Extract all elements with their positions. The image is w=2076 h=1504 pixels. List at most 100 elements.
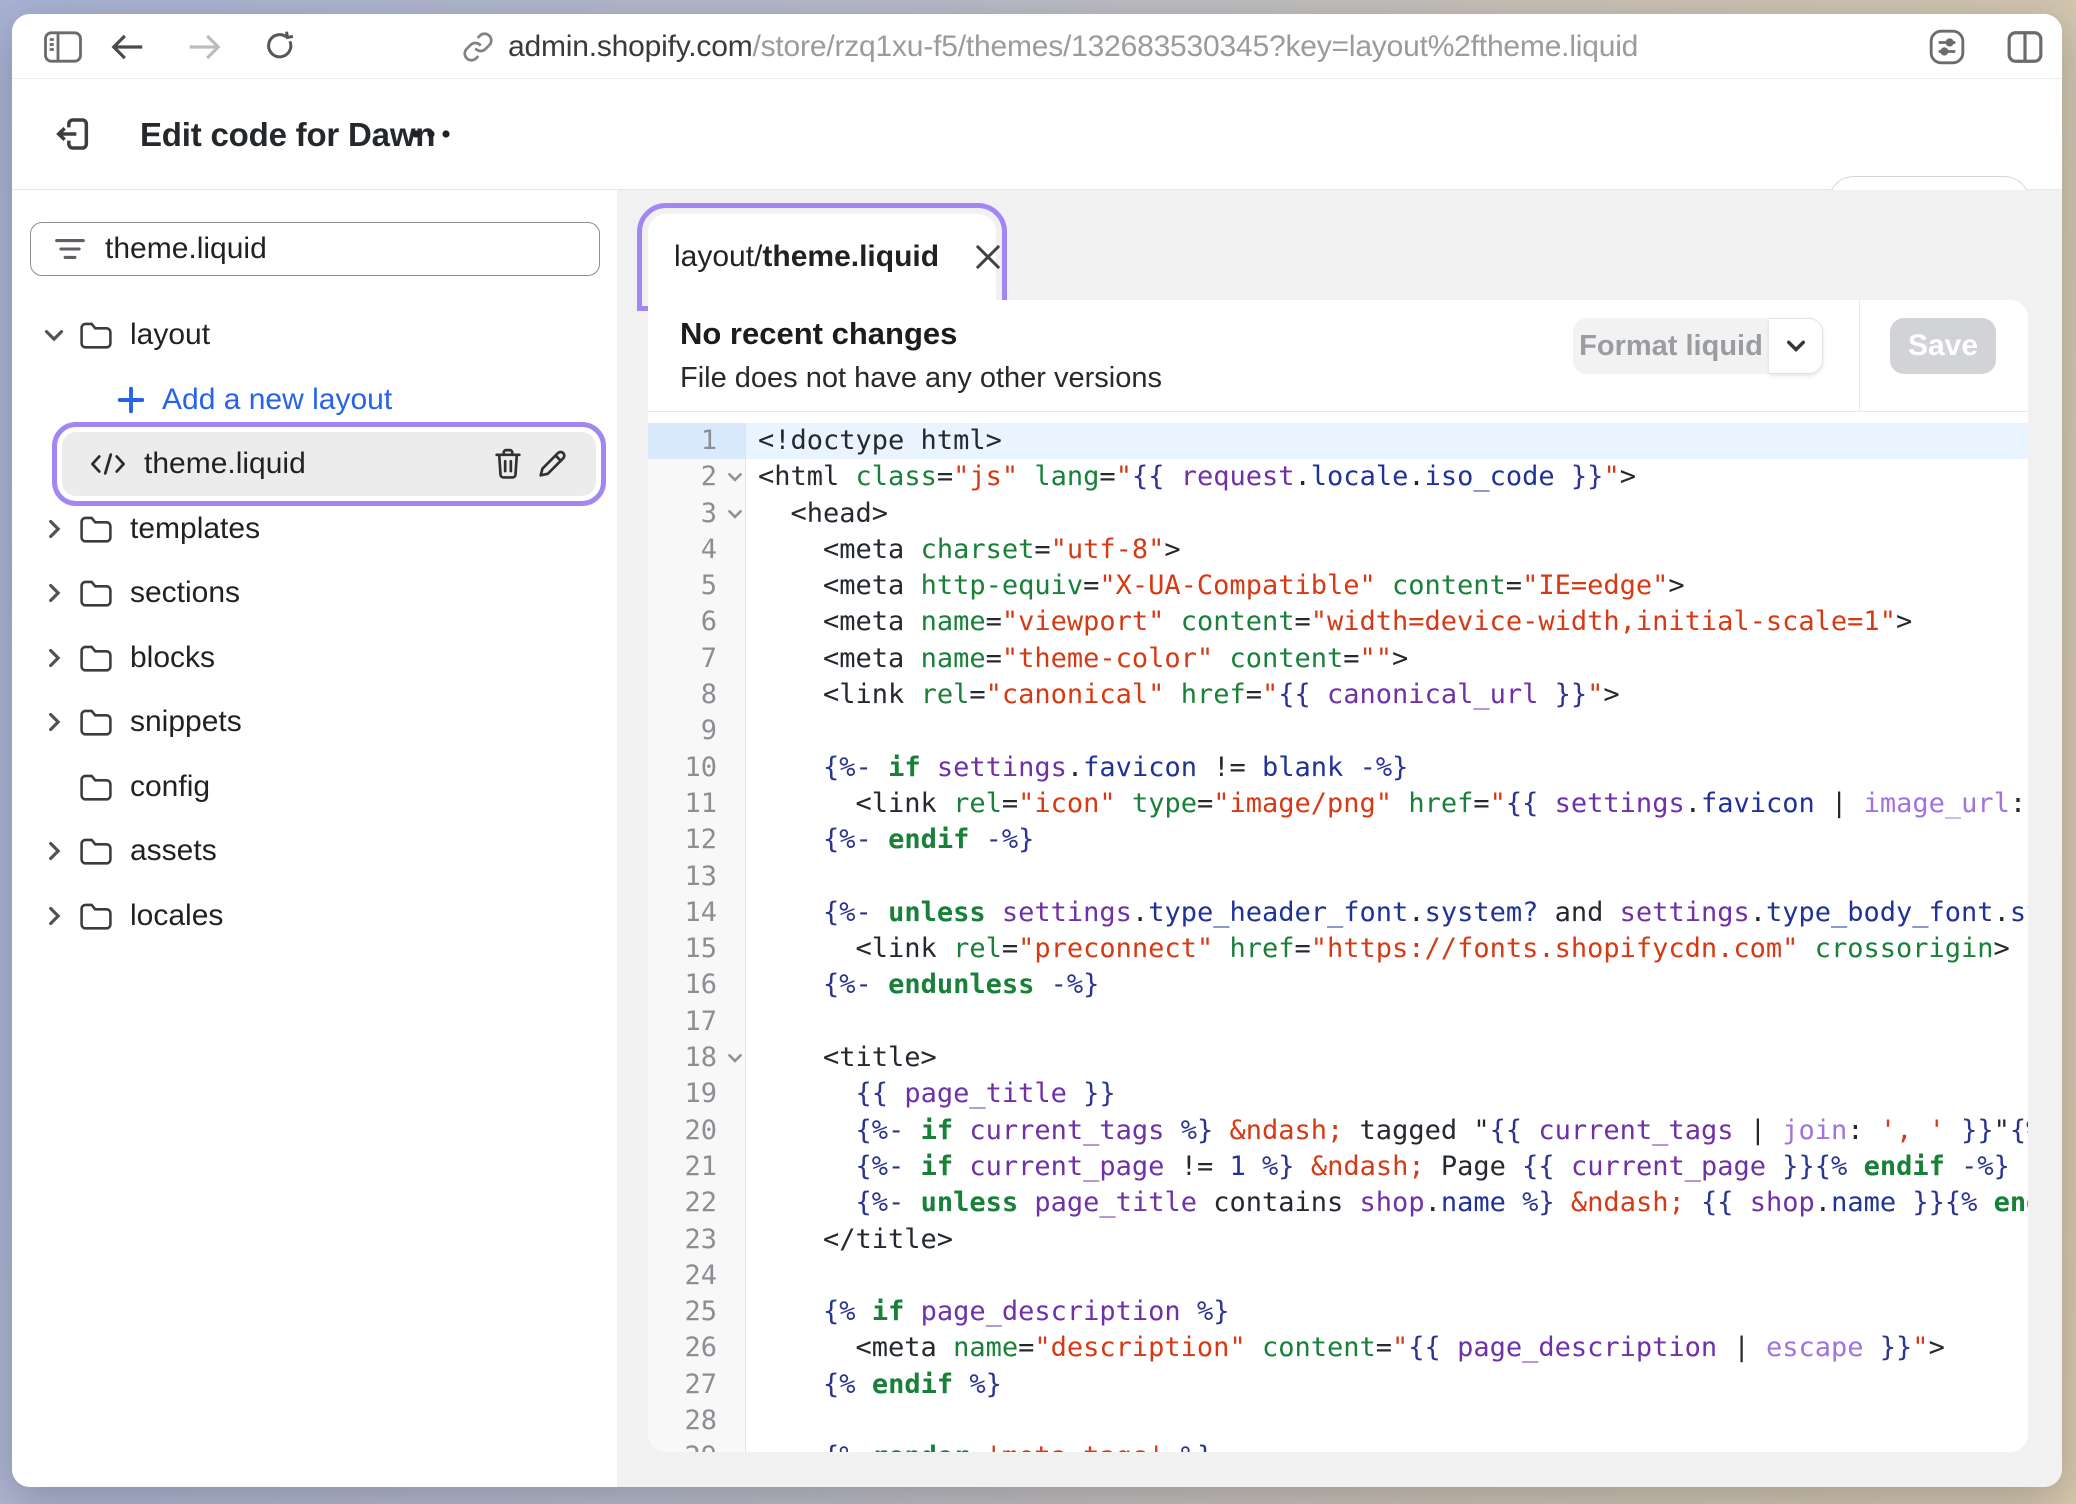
exit-icon[interactable] xyxy=(50,111,96,157)
code-line[interactable]: 8 <link rel="canonical" href="{{ canonic… xyxy=(648,677,2028,713)
line-number: 12 xyxy=(648,822,746,858)
chevron-right-icon[interactable] xyxy=(44,517,64,541)
line-number: 2 xyxy=(648,459,746,495)
code-text: <meta http-equiv="X-UA-Compatible" conte… xyxy=(746,568,2028,604)
line-number: 20 xyxy=(648,1113,746,1149)
line-number: 24 xyxy=(648,1258,746,1294)
code-line[interactable]: 9 xyxy=(648,713,2028,749)
code-line[interactable]: 23 </title> xyxy=(648,1222,2028,1258)
fold-chevron-icon[interactable] xyxy=(727,1052,743,1065)
code-line[interactable]: 27 {% endif %} xyxy=(648,1367,2028,1403)
code-line[interactable]: 1<!doctype html> xyxy=(648,423,2028,459)
code-line[interactable]: 17 xyxy=(648,1004,2028,1040)
code-line[interactable]: 4 <meta charset="utf-8"> xyxy=(648,532,2028,568)
code-line[interactable]: 14 {%- unless settings.type_header_font.… xyxy=(648,895,2028,931)
editor-card: No recent changes File does not have any… xyxy=(648,300,2028,1452)
code-line[interactable]: 7 <meta name="theme-color" content=""> xyxy=(648,641,2028,677)
line-number: 18 xyxy=(648,1040,746,1076)
format-dropdown-button[interactable] xyxy=(1769,318,1823,374)
code-line[interactable]: 11 <link rel="icon" type="image/png" hre… xyxy=(648,786,2028,822)
code-line[interactable]: 5 <meta http-equiv="X-UA-Compatible" con… xyxy=(648,568,2028,604)
chevron-right-icon[interactable] xyxy=(44,710,64,734)
trash-icon xyxy=(492,447,524,481)
folder-icon xyxy=(78,642,114,674)
reader-settings-icon[interactable] xyxy=(1920,14,1974,79)
save-button[interactable]: Save xyxy=(1890,318,1996,374)
sidebar-folder-snippets[interactable]: snippets xyxy=(12,690,617,755)
sidebar-folder-sections[interactable]: sections xyxy=(12,561,617,626)
code-line[interactable]: 12 {%- endif -%} xyxy=(648,822,2028,858)
code-line[interactable]: 3 <head> xyxy=(648,496,2028,532)
code-line[interactable]: 22 {%- unless page_title contains shop.n… xyxy=(648,1185,2028,1221)
fold-chevron-icon[interactable] xyxy=(727,471,743,484)
line-number: 9 xyxy=(648,713,746,749)
sidebar-toggle-icon[interactable] xyxy=(36,14,90,79)
status-subtitle: File does not have any other versions xyxy=(680,362,1162,395)
rename-file-button[interactable] xyxy=(530,442,574,486)
chevron-right-icon[interactable] xyxy=(44,839,64,863)
line-number: 1 xyxy=(648,423,746,459)
add-new-layout-button[interactable]: Add a new layout xyxy=(12,368,617,433)
chevron-right-icon[interactable] xyxy=(44,646,64,670)
split-view-icon[interactable] xyxy=(1998,14,2052,79)
line-number: 8 xyxy=(648,677,746,713)
code-line[interactable]: 10 {%- if settings.favicon != blank -%} xyxy=(648,750,2028,786)
url-path: /store/rzq1xu-f5/themes/132683530345?key… xyxy=(752,30,1638,63)
code-line[interactable]: 29 {% render 'meta-tags' %} xyxy=(648,1439,2028,1452)
code-line[interactable]: 13 xyxy=(648,859,2028,895)
code-text: <meta name="theme-color" content=""> xyxy=(746,641,2028,677)
sidebar-folder-layout[interactable]: layout xyxy=(12,303,617,368)
code-text: {%- if current_page != 1 %} &ndash; Page… xyxy=(746,1149,2028,1185)
code-text: <meta charset="utf-8"> xyxy=(746,532,2028,568)
code-line[interactable]: 28 xyxy=(648,1403,2028,1439)
code-line[interactable]: 21 {%- if current_page != 1 %} &ndash; P… xyxy=(648,1149,2028,1185)
folder-icon xyxy=(78,706,114,738)
forward-icon[interactable] xyxy=(180,14,228,79)
url-domain: admin.shopify.com xyxy=(508,30,752,63)
code-text: <head> xyxy=(746,496,2028,532)
sidebar-folder-templates[interactable]: templates xyxy=(12,497,617,562)
code-text xyxy=(746,1258,2028,1294)
folder-icon xyxy=(78,835,114,867)
address-bar[interactable]: admin.shopify.com/store/rzq1xu-f5/themes… xyxy=(508,30,1638,64)
close-icon[interactable] xyxy=(975,235,1001,279)
format-liquid-button[interactable]: Format liquid xyxy=(1573,318,1769,374)
tab-theme-liquid[interactable]: layout/theme.liquid xyxy=(648,214,996,300)
chevron-down-icon[interactable] xyxy=(42,325,66,345)
code-line[interactable]: 20 {%- if current_tags %} &ndash; tagged… xyxy=(648,1113,2028,1149)
folder-label: assets xyxy=(130,834,217,868)
code-line[interactable]: 16 {%- endunless -%} xyxy=(648,967,2028,1003)
code-line[interactable]: 19 {{ page_title }} xyxy=(648,1076,2028,1112)
code-line[interactable]: 18 <title> xyxy=(648,1040,2028,1076)
code-text: <link rel="icon" type="image/png" href="… xyxy=(746,786,2028,822)
code-line[interactable]: 24 xyxy=(648,1258,2028,1294)
sidebar-folder-config[interactable]: config xyxy=(12,755,617,820)
fold-chevron-icon[interactable] xyxy=(727,508,743,521)
chevron-right-icon[interactable] xyxy=(44,581,64,605)
sidebar-item-theme-liquid[interactable]: theme.liquid xyxy=(62,432,596,496)
back-icon[interactable] xyxy=(104,14,152,79)
desktop: { "colors": { "accent_purple": "#a287f4"… xyxy=(0,0,2076,1504)
code-editor[interactable]: 1<!doctype html>2<html class="js" lang="… xyxy=(648,412,2028,1452)
sidebar-folder-assets[interactable]: assets xyxy=(12,819,617,884)
sidebar-folder-blocks[interactable]: blocks xyxy=(12,626,617,691)
line-number: 22 xyxy=(648,1185,746,1221)
reload-icon[interactable] xyxy=(256,14,304,79)
line-number: 21 xyxy=(648,1149,746,1185)
code-line[interactable]: 6 <meta name="viewport" content="width=d… xyxy=(648,604,2028,640)
tab-label: layout/theme.liquid xyxy=(674,240,939,274)
code-line[interactable]: 15 <link rel="preconnect" href="https://… xyxy=(648,931,2028,967)
chevron-right-icon[interactable] xyxy=(44,904,64,928)
code-line[interactable]: 26 <meta name="description" content="{{ … xyxy=(648,1330,2028,1366)
code-text: </title> xyxy=(746,1222,2028,1258)
file-search-input[interactable]: theme.liquid xyxy=(30,222,600,276)
delete-file-button[interactable] xyxy=(486,442,530,486)
more-actions-icon[interactable] xyxy=(404,111,458,157)
app-header: Edit code for Dawn Preview store xyxy=(12,79,2062,190)
code-line[interactable]: 25 {% if page_description %} xyxy=(648,1294,2028,1330)
folder-icon xyxy=(78,900,114,932)
code-line[interactable]: 2<html class="js" lang="{{ request.local… xyxy=(648,459,2028,495)
line-number: 23 xyxy=(648,1222,746,1258)
sidebar-folder-locales[interactable]: locales xyxy=(12,884,617,949)
folder-label: config xyxy=(130,770,210,804)
